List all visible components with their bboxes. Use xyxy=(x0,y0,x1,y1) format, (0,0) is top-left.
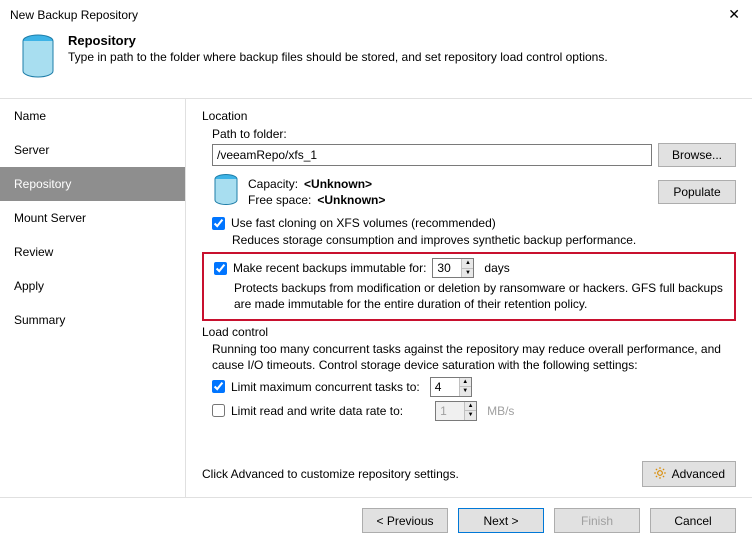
next-button[interactable]: Next > xyxy=(458,508,544,533)
window-title: New Backup Repository xyxy=(10,8,138,22)
loadcontrol-group-label: Load control xyxy=(202,325,736,339)
page-title: Repository xyxy=(68,33,608,48)
loadcontrol-desc: Running too many concurrent tasks agains… xyxy=(212,341,736,373)
titlebar: New Backup Repository ✕ xyxy=(0,0,752,27)
freespace-value: <Unknown> xyxy=(317,193,385,207)
sidebar-item-review[interactable]: Review xyxy=(0,235,185,269)
previous-button[interactable]: < Previous xyxy=(362,508,448,533)
immutable-label: Make recent backups immutable for: xyxy=(233,261,426,275)
cancel-button[interactable]: Cancel xyxy=(650,508,736,533)
fastclone-checkbox[interactable] xyxy=(212,217,225,230)
repository-icon xyxy=(20,33,56,84)
repository-small-icon xyxy=(212,173,240,210)
path-input[interactable] xyxy=(212,144,652,166)
finish-button: Finish xyxy=(554,508,640,533)
content: Location Path to folder: Browse... Capac… xyxy=(186,99,752,497)
path-label: Path to folder: xyxy=(212,127,736,141)
header: Repository Type in path to the folder wh… xyxy=(0,27,752,98)
sidebar-item-repository[interactable]: Repository xyxy=(0,167,185,201)
capacity-label: Capacity: xyxy=(248,177,298,191)
limit-rate-spinner: ▲▼ xyxy=(464,402,476,420)
capacity-value: <Unknown> xyxy=(304,177,372,191)
immutable-highlight: Make recent backups immutable for: ▲▼ da… xyxy=(202,252,736,320)
limit-tasks-label: Limit maximum concurrent tasks to: xyxy=(231,380,420,394)
limit-tasks-checkbox[interactable] xyxy=(212,380,225,393)
immutable-unit: days xyxy=(484,261,509,275)
sidebar-item-name[interactable]: Name xyxy=(0,99,185,133)
immutable-days-spinner[interactable]: ▲▼ xyxy=(461,259,473,277)
limit-rate-checkbox[interactable] xyxy=(212,404,225,417)
location-group-label: Location xyxy=(202,109,736,123)
populate-button[interactable]: Populate xyxy=(658,180,736,204)
sidebar: Name Server Repository Mount Server Revi… xyxy=(0,99,186,497)
close-icon[interactable]: ✕ xyxy=(724,6,744,23)
sidebar-item-apply[interactable]: Apply xyxy=(0,269,185,303)
immutable-checkbox[interactable] xyxy=(214,262,227,275)
limit-rate-unit: MB/s xyxy=(487,404,514,418)
sidebar-item-mount-server[interactable]: Mount Server xyxy=(0,201,185,235)
freespace-label: Free space: xyxy=(248,193,311,207)
fastclone-label: Use fast cloning on XFS volumes (recomme… xyxy=(231,216,496,230)
advanced-hint: Click Advanced to customize repository s… xyxy=(202,467,632,481)
advanced-button[interactable]: Advanced xyxy=(642,461,736,487)
page-subtitle: Type in path to the folder where backup … xyxy=(68,50,608,64)
immutable-desc: Protects backups from modification or de… xyxy=(234,280,728,312)
fastclone-desc: Reduces storage consumption and improves… xyxy=(232,232,736,248)
sidebar-item-server[interactable]: Server xyxy=(0,133,185,167)
limit-rate-label: Limit read and write data rate to: xyxy=(231,404,403,418)
footer: < Previous Next > Finish Cancel xyxy=(0,498,752,543)
sidebar-item-summary[interactable]: Summary xyxy=(0,303,185,337)
browse-button[interactable]: Browse... xyxy=(658,143,736,167)
limit-tasks-spinner[interactable]: ▲▼ xyxy=(459,378,471,396)
gear-icon xyxy=(653,466,667,483)
advanced-button-label: Advanced xyxy=(672,467,725,481)
